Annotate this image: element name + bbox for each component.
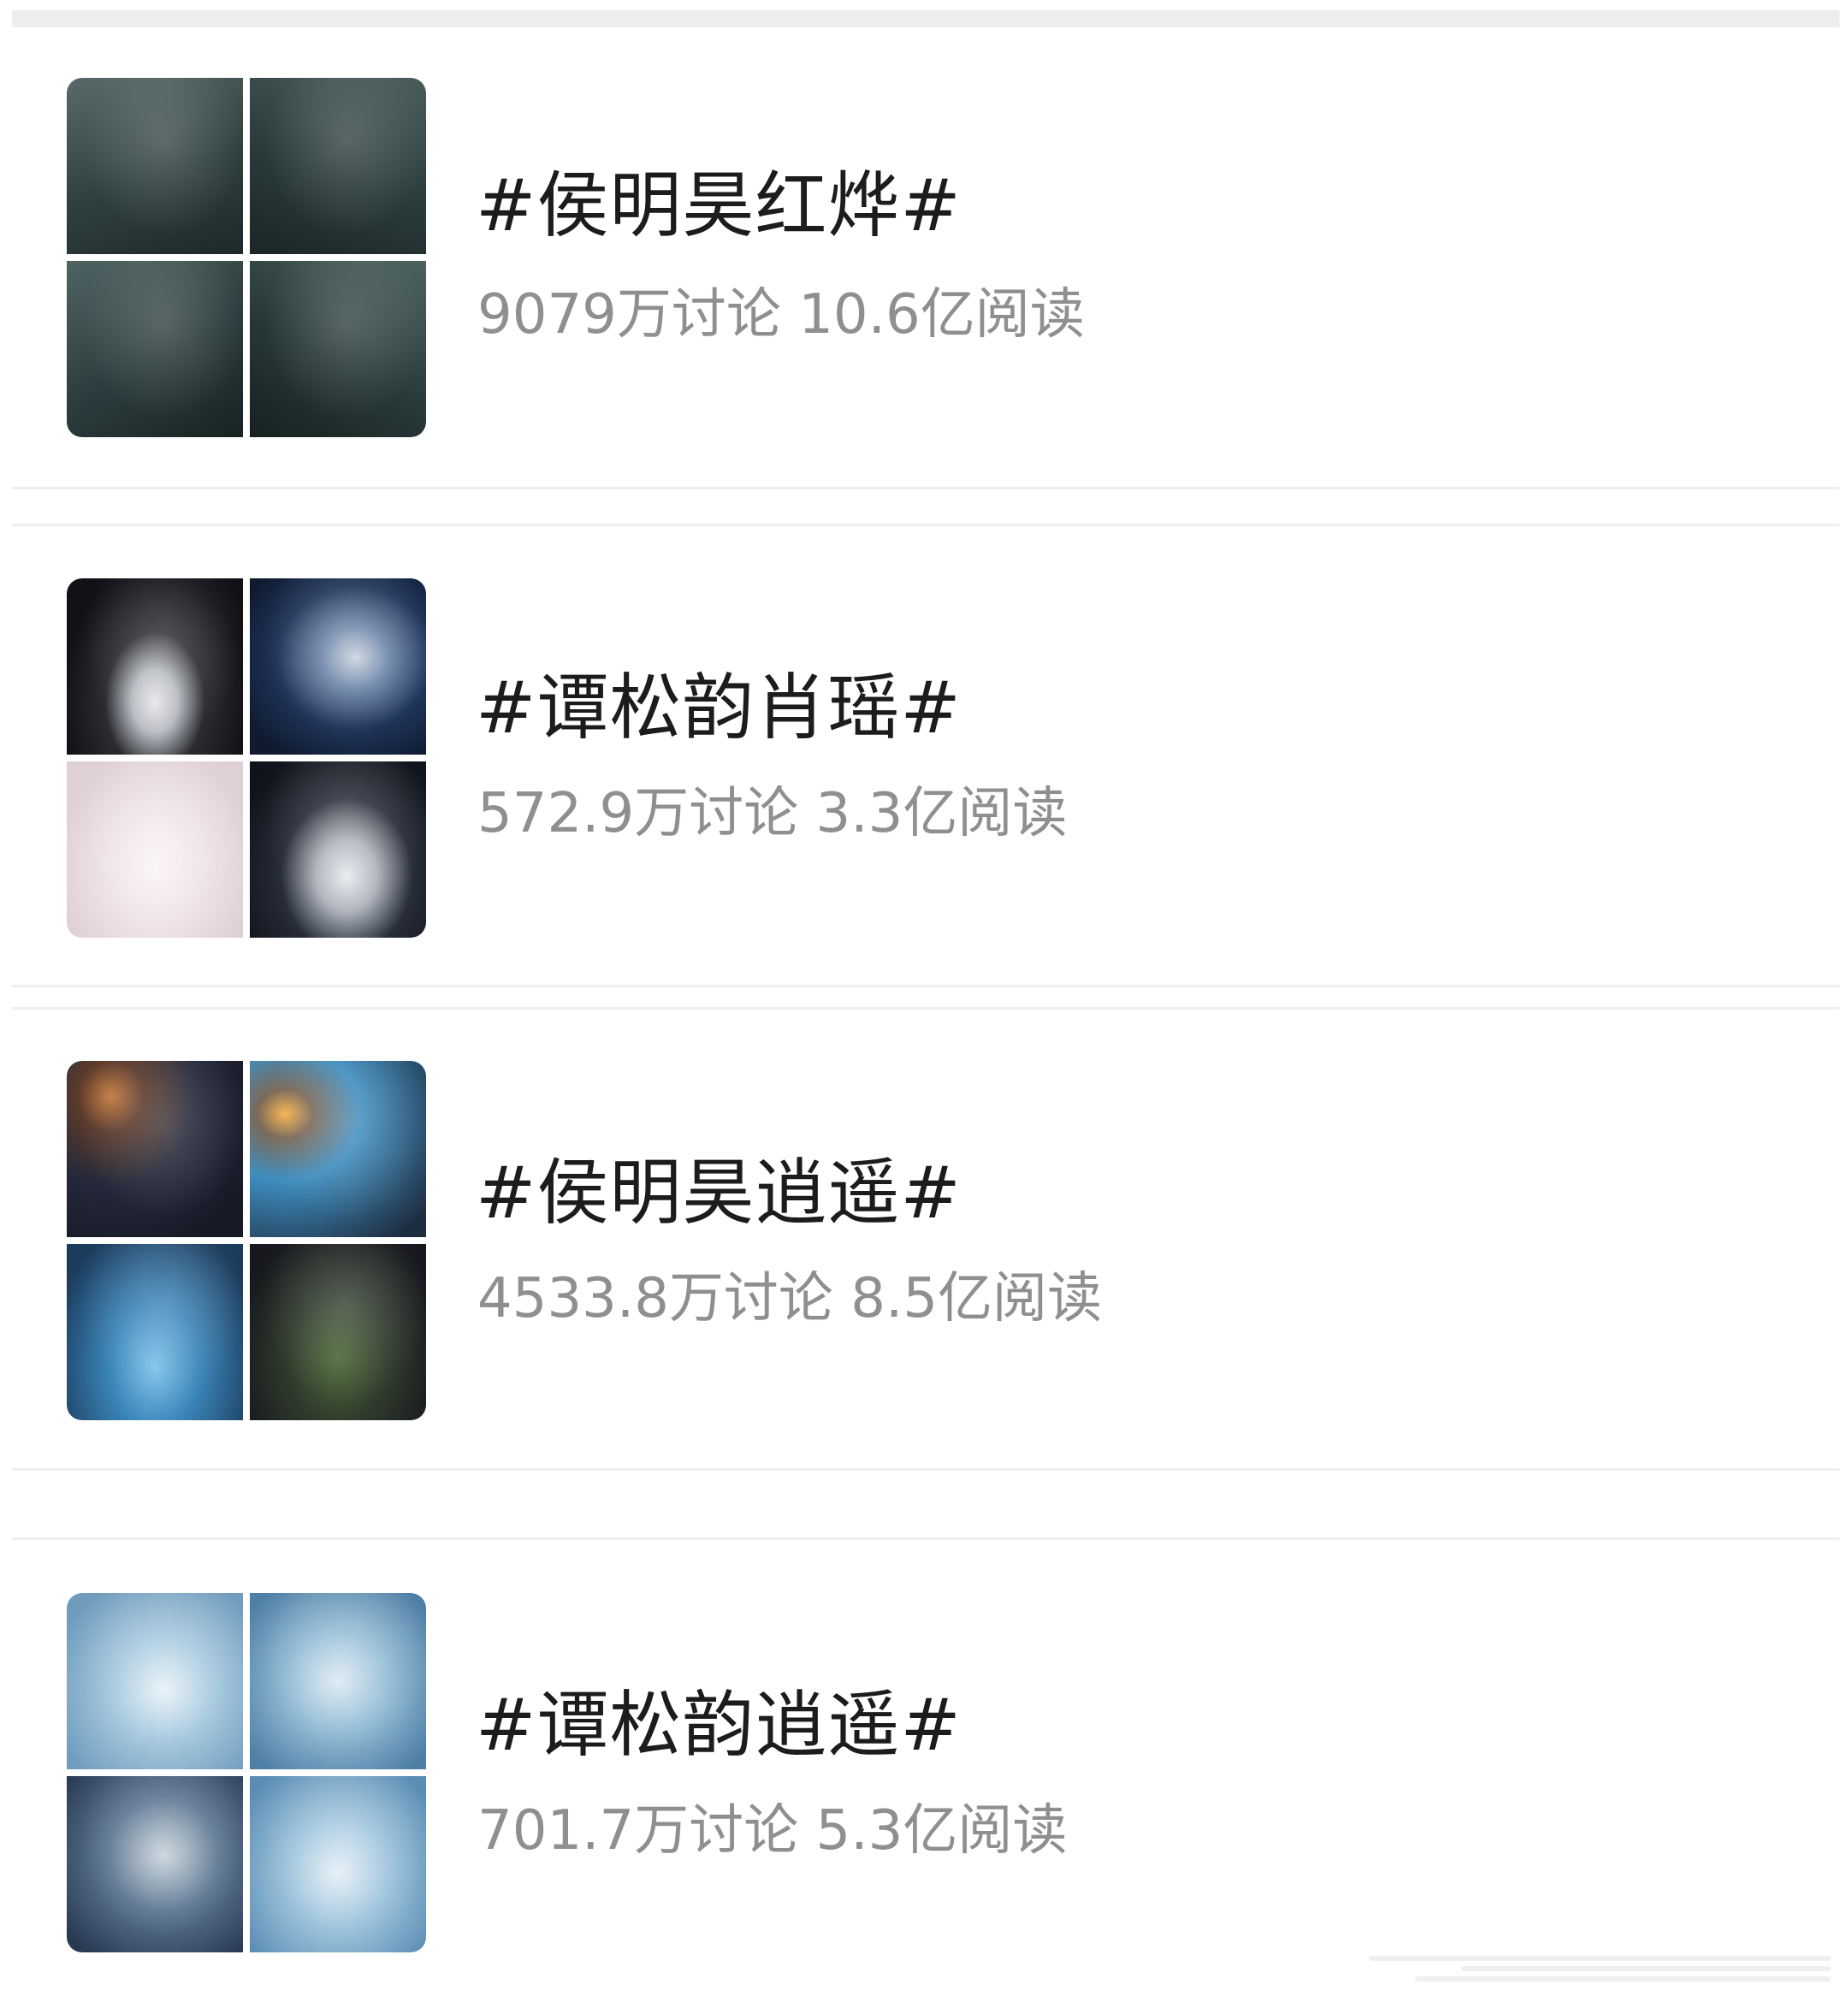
thumbnail-tile (250, 761, 426, 938)
top-divider-bar (12, 10, 1839, 27)
topic-card-4[interactable]: #谭松韵逍遥# 701.7万讨论 5.3亿阅读 (12, 1537, 1839, 1982)
thumbnail-tile (67, 78, 243, 254)
topic-thumbnail[interactable] (67, 578, 426, 938)
thumbnail-tile (250, 1061, 426, 1237)
thumbnail-tile (67, 261, 243, 437)
topic-card-2[interactable]: #谭松韵肖瑶# 572.9万讨论 3.3亿阅读 (12, 524, 1839, 987)
thumbnail-tile (67, 1061, 243, 1237)
topic-stats: 572.9万讨论 3.3亿阅读 (477, 782, 1068, 845)
topic-title[interactable]: #谭松韵逍遥# (476, 1689, 962, 1761)
topic-card-3[interactable]: #侯明昊逍遥# 4533.8万讨论 8.5亿阅读 (12, 1007, 1839, 1471)
watermark-logo (1369, 1951, 1831, 1993)
thumbnail-tile (67, 761, 243, 938)
topic-card-1[interactable]: #侯明昊红烨# 9079万讨论 10.6亿阅读 (12, 33, 1839, 489)
thumbnail-tile (250, 1776, 426, 1952)
topic-title[interactable]: #侯明昊红烨# (476, 169, 962, 241)
thumbnail-tile (67, 1593, 243, 1769)
thumbnail-tile (250, 1244, 426, 1420)
thumbnail-tile (67, 1776, 243, 1952)
thumbnail-tile (67, 1244, 243, 1420)
topic-thumbnail[interactable] (67, 1061, 426, 1420)
topic-stats: 701.7万讨论 5.3亿阅读 (477, 1799, 1068, 1863)
topic-thumbnail[interactable] (67, 1593, 426, 1952)
thumbnail-tile (67, 578, 243, 755)
topic-stats: 4533.8万讨论 8.5亿阅读 (477, 1267, 1103, 1330)
topic-title[interactable]: #谭松韵肖瑶# (476, 672, 962, 743)
thumbnail-tile (250, 578, 426, 755)
thumbnail-tile (250, 78, 426, 254)
topic-stats: 9079万讨论 10.6亿阅读 (477, 283, 1085, 347)
thumbnail-tile (250, 1593, 426, 1769)
thumbnail-tile (250, 261, 426, 437)
topic-title[interactable]: #侯明昊逍遥# (476, 1157, 962, 1229)
topic-thumbnail[interactable] (67, 78, 426, 437)
